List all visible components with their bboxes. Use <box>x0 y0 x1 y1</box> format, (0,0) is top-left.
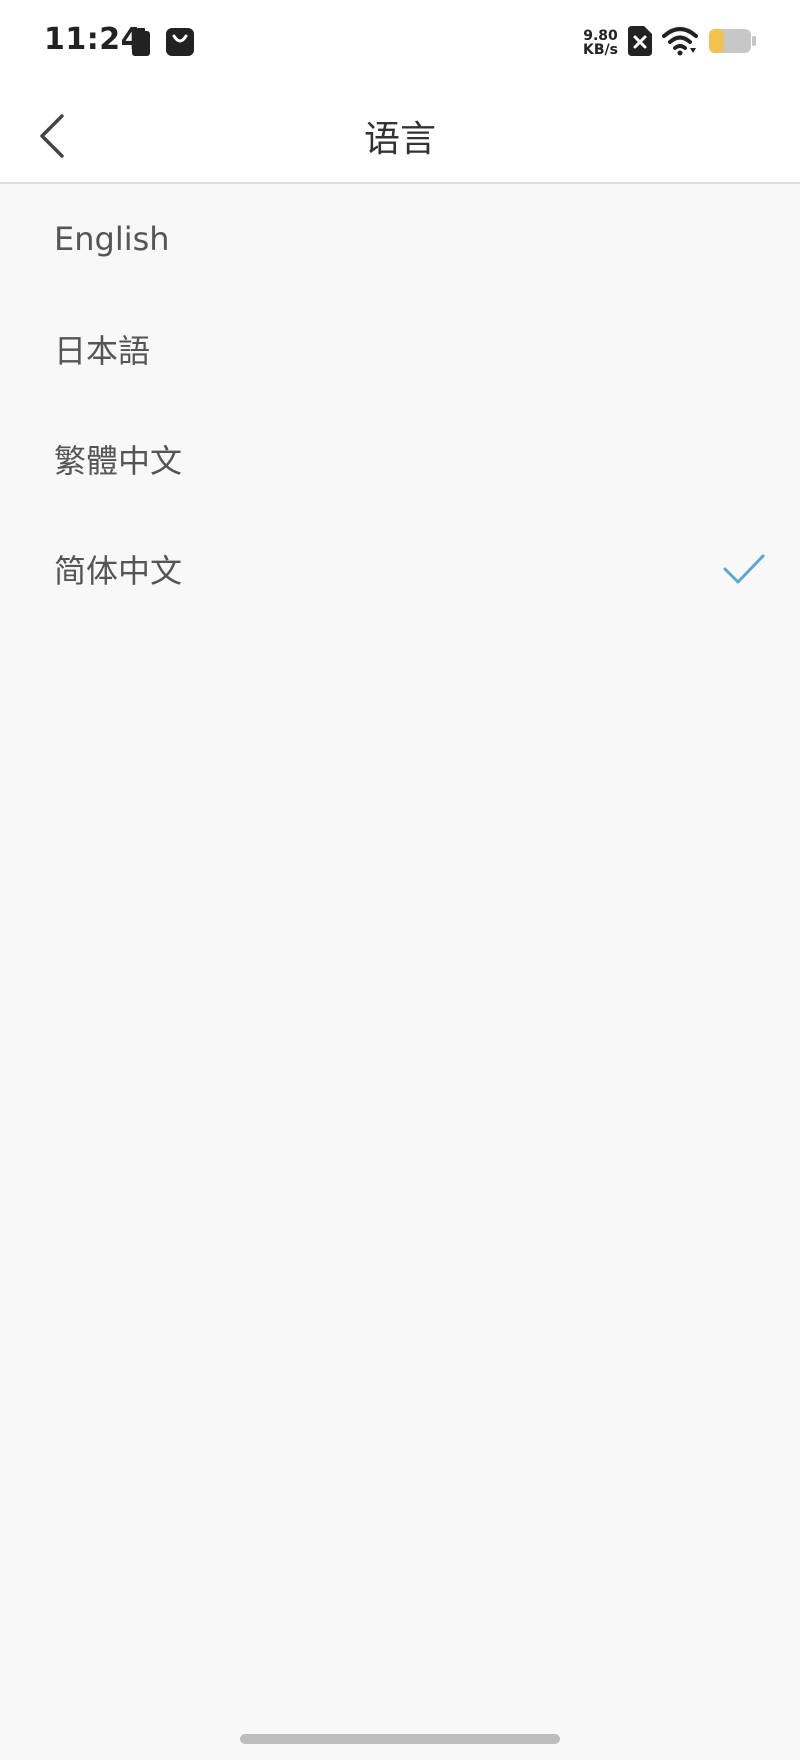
language-option-japanese[interactable]: 日本語 <box>0 294 800 404</box>
shopping-bag-icon <box>166 28 194 60</box>
language-label: 简体中文 <box>54 552 183 590</box>
status-bar: 11:24 9.80 KB/s <box>0 0 800 90</box>
language-option-traditional-chinese[interactable]: 繁體中文 <box>0 404 800 514</box>
language-label: 繁體中文 <box>54 442 183 480</box>
language-settings-screen: 11:24 9.80 KB/s 语言 English 日本語 繁體中文 简体中文 <box>0 0 800 1760</box>
home-indicator[interactable] <box>240 1734 560 1744</box>
language-option-simplified-chinese[interactable]: 简体中文 <box>0 514 800 624</box>
header-bar: 语言 <box>0 90 800 184</box>
wifi-icon <box>662 26 698 60</box>
battery-saver-icon <box>130 28 152 60</box>
no-sim-icon <box>628 26 652 60</box>
net-speed: 9.80 KB/s <box>583 29 618 57</box>
language-label: English <box>54 220 170 258</box>
status-time: 11:24 <box>44 22 142 57</box>
page-title: 语言 <box>363 119 436 160</box>
net-speed-value: 9.80 <box>583 28 618 44</box>
status-left-icons <box>130 28 194 60</box>
language-label: 日本語 <box>54 332 151 370</box>
language-option-english[interactable]: English <box>0 184 800 294</box>
language-list: English 日本語 繁體中文 简体中文 <box>0 184 800 624</box>
battery-icon <box>708 28 756 58</box>
net-speed-unit: KB/s <box>583 42 618 58</box>
checkmark-icon <box>723 554 765 584</box>
status-right-icons: 9.80 KB/s <box>583 26 756 60</box>
